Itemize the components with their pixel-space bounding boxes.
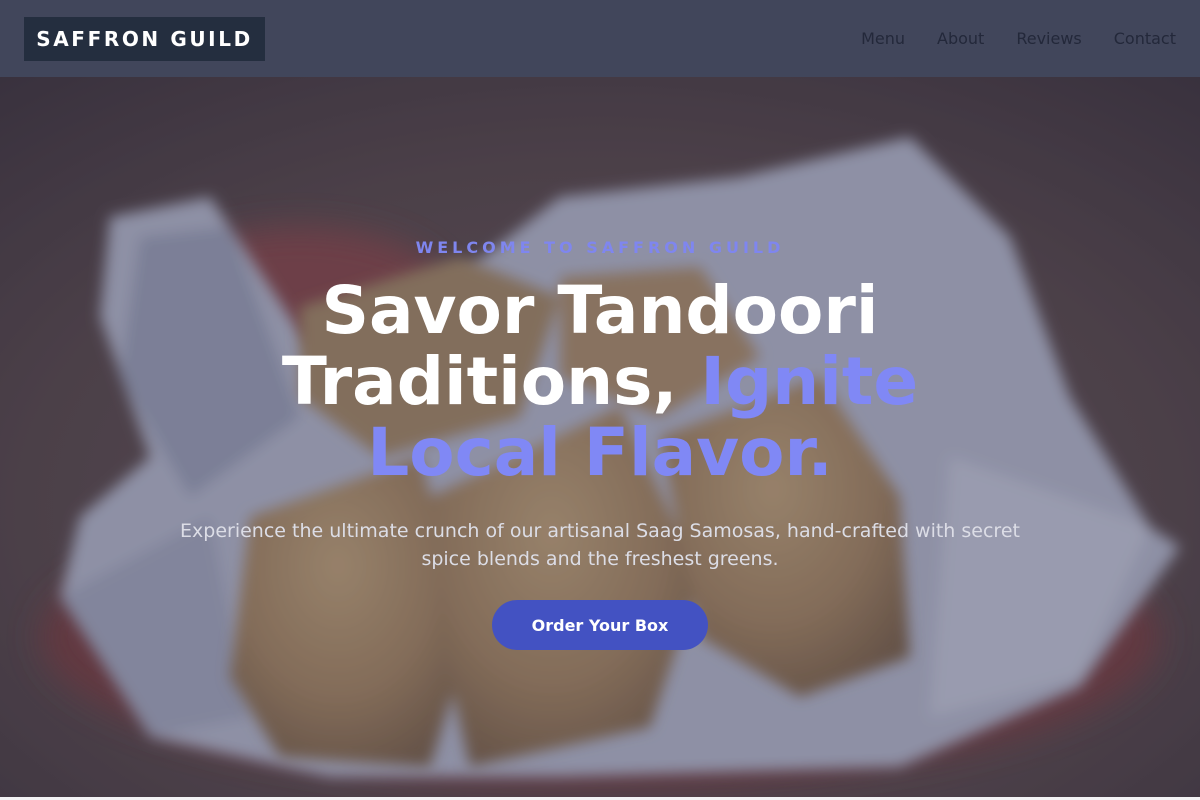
nav-link-menu[interactable]: Menu bbox=[861, 29, 905, 48]
headline-line-2: Traditions, bbox=[281, 343, 678, 420]
hero-headline: Savor Tandoori Traditions, Ignite Local … bbox=[200, 275, 1000, 488]
nav-link-about[interactable]: About bbox=[937, 29, 984, 48]
nav-link-contact[interactable]: Contact bbox=[1114, 29, 1176, 48]
site-header: SAFFRON GUILD Menu About Reviews Contact bbox=[0, 0, 1200, 77]
headline-line-1: Savor Tandoori bbox=[321, 272, 879, 349]
order-box-button[interactable]: Order Your Box bbox=[492, 600, 708, 650]
brand-logo[interactable]: SAFFRON GUILD bbox=[24, 16, 265, 61]
hero-section: WELCOME TO SAFFRON GUILD Savor Tandoori … bbox=[0, 77, 1200, 797]
hero-content: WELCOME TO SAFFRON GUILD Savor Tandoori … bbox=[0, 77, 1200, 797]
main-nav: Menu About Reviews Contact bbox=[861, 29, 1176, 48]
nav-link-reviews[interactable]: Reviews bbox=[1016, 29, 1081, 48]
hero-eyebrow: WELCOME TO SAFFRON GUILD bbox=[415, 238, 785, 257]
hero-subtitle: Experience the ultimate crunch of our ar… bbox=[180, 520, 1020, 570]
